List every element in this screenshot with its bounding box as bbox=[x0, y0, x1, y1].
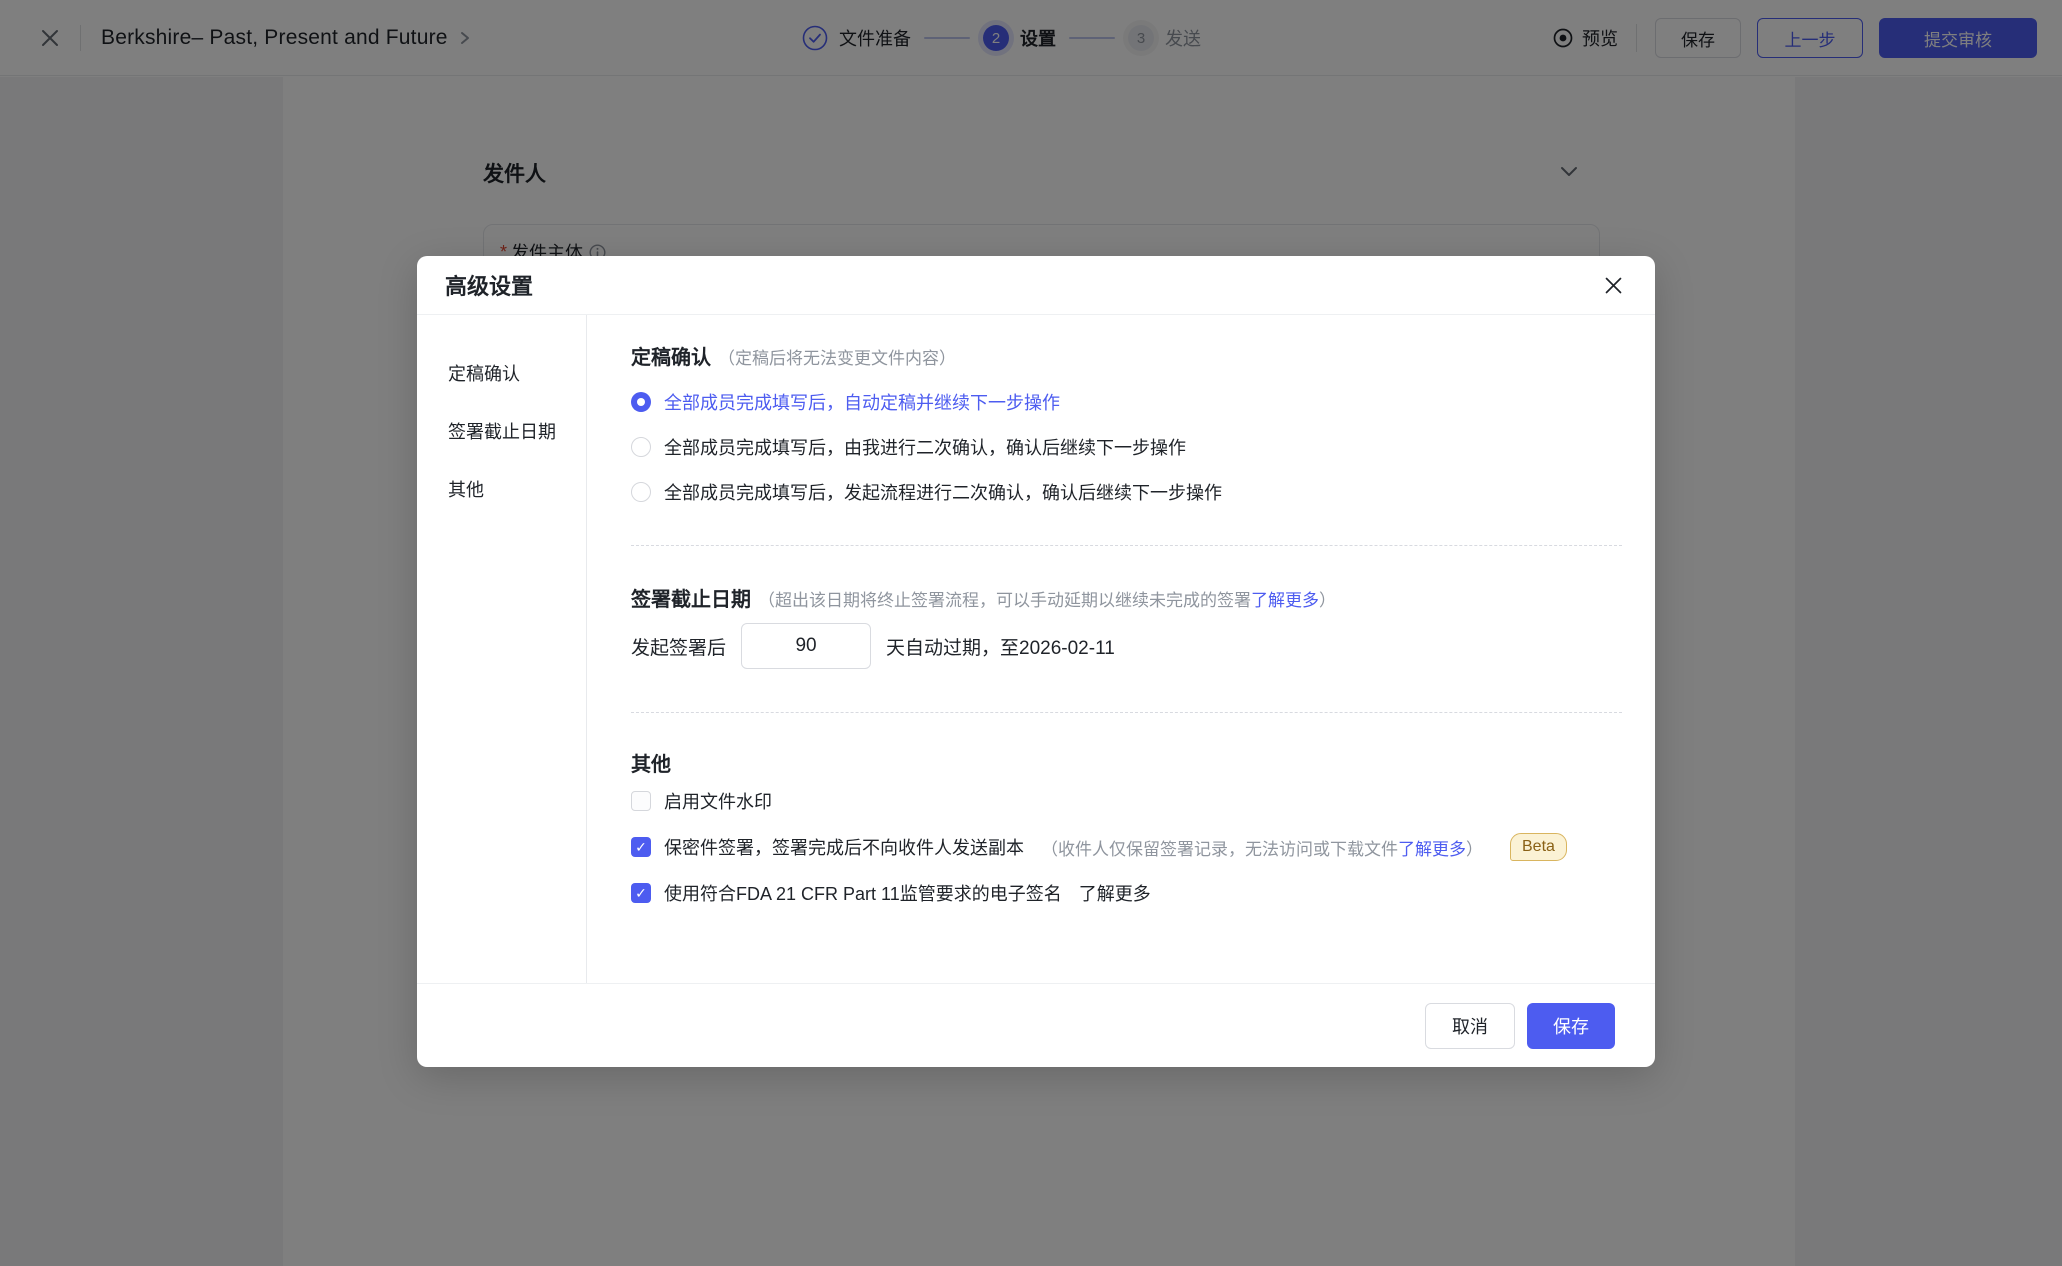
modal-sidebar: 定稿确认 签署截止日期 其他 bbox=[417, 315, 587, 983]
section-divider bbox=[631, 712, 1622, 713]
deadline-note-close: ） bbox=[1319, 591, 1336, 610]
advanced-settings-modal: 高级设置 定稿确认 签署截止日期 其他 定稿确认 （定稿后将无法变更文件内容） bbox=[417, 256, 1655, 1067]
radio-label: 全部成员完成填写后，发起流程进行二次确认，确认后继续下一步操作 bbox=[664, 479, 1222, 505]
checkbox-note: （收件人仅保留签署记录，无法访问或下载文件了解更多） bbox=[1041, 835, 1483, 860]
others-options: 启用文件水印 ✓ 保密件签署，签署完成后不向收件人发送副本 （收件人仅保留签署记… bbox=[631, 788, 1622, 906]
cancel-button[interactable]: 取消 bbox=[1425, 1003, 1515, 1049]
modal-close-icon[interactable] bbox=[1599, 271, 1627, 299]
modal-footer: 取消 保存 bbox=[417, 983, 1655, 1067]
modal-save-button[interactable]: 保存 bbox=[1527, 1003, 1615, 1049]
radio-label: 全部成员完成填写后，自动定稿并继续下一步操作 bbox=[664, 389, 1060, 415]
deadline-prefix-text: 发起签署后 bbox=[631, 633, 726, 660]
others-section-title: 其他 bbox=[631, 748, 671, 777]
sidebar-item-sign-deadline[interactable]: 签署截止日期 bbox=[448, 417, 586, 445]
radio-unselected-icon[interactable] bbox=[631, 482, 651, 502]
deadline-note-text: （超出该日期将终止签署流程，可以手动延期以继续未完成的签署 bbox=[758, 591, 1251, 610]
finalize-section-header: 定稿确认 （定稿后将无法变更文件内容） bbox=[631, 341, 1622, 369]
checkbox-label: 使用符合FDA 21 CFR Part 11监管要求的电子签名 bbox=[664, 880, 1062, 906]
finalize-section-note: （定稿后将无法变更文件内容） bbox=[718, 344, 956, 369]
section-divider bbox=[631, 545, 1622, 546]
others-section-header: 其他 bbox=[631, 748, 1622, 776]
expiry-days-input[interactable] bbox=[741, 623, 871, 669]
learn-more-link[interactable]: 了解更多 bbox=[1398, 840, 1466, 859]
checkbox-checked-icon[interactable]: ✓ bbox=[631, 883, 651, 903]
deadline-section-header: 签署截止日期 （超出该日期将终止签署流程，可以手动延期以继续未完成的签署了解更多… bbox=[631, 583, 1622, 611]
note-close: ） bbox=[1466, 840, 1483, 859]
note-text: （收件人仅保留签署记录，无法访问或下载文件 bbox=[1041, 840, 1398, 859]
checkbox-unchecked-icon[interactable] bbox=[631, 791, 651, 811]
learn-more-link[interactable]: 了解更多 bbox=[1251, 591, 1319, 610]
deadline-row: 发起签署后 天自动过期，至2026-02-11 bbox=[631, 623, 1622, 669]
deadline-suffix-text: 天自动过期，至2026-02-11 bbox=[886, 633, 1115, 660]
sidebar-item-finalize-confirm[interactable]: 定稿确认 bbox=[448, 359, 586, 387]
sidebar-item-others[interactable]: 其他 bbox=[448, 475, 586, 503]
radio-unselected-icon[interactable] bbox=[631, 437, 651, 457]
radio-confirm-by-initiator-flow[interactable]: 全部成员完成填写后，发起流程进行二次确认，确认后继续下一步操作 bbox=[631, 479, 1622, 505]
radio-label: 全部成员完成填写后，由我进行二次确认，确认后继续下一步操作 bbox=[664, 434, 1186, 460]
deadline-section-note: （超出该日期将终止签署流程，可以手动延期以继续未完成的签署了解更多） bbox=[758, 586, 1336, 611]
modal-header: 高级设置 bbox=[417, 256, 1655, 315]
learn-more-link[interactable]: 了解更多 bbox=[1079, 880, 1151, 906]
beta-badge: Beta bbox=[1510, 833, 1567, 861]
checkbox-label: 保密件签署，签署完成后不向收件人发送副本 bbox=[664, 834, 1024, 860]
checkbox-row-watermark[interactable]: 启用文件水印 bbox=[631, 788, 1622, 814]
checkbox-label: 启用文件水印 bbox=[664, 788, 772, 814]
finalize-section-title: 定稿确认 bbox=[631, 341, 711, 370]
radio-auto-finalize[interactable]: 全部成员完成填写后，自动定稿并继续下一步操作 bbox=[631, 389, 1622, 415]
finalize-options: 全部成员完成填写后，自动定稿并继续下一步操作 全部成员完成填写后，由我进行二次确… bbox=[631, 389, 1622, 505]
modal-body: 定稿确认 签署截止日期 其他 定稿确认 （定稿后将无法变更文件内容） 全部成员完… bbox=[417, 315, 1655, 983]
radio-selected-icon[interactable] bbox=[631, 392, 651, 412]
app-root: Berkshire– Past, Present and Future 文件准备… bbox=[0, 0, 2062, 1266]
checkbox-row-fda-esign[interactable]: ✓ 使用符合FDA 21 CFR Part 11监管要求的电子签名 了解更多 bbox=[631, 880, 1622, 906]
modal-title: 高级设置 bbox=[445, 269, 533, 301]
radio-confirm-by-me[interactable]: 全部成员完成填写后，由我进行二次确认，确认后继续下一步操作 bbox=[631, 434, 1622, 460]
modal-content: 定稿确认 （定稿后将无法变更文件内容） 全部成员完成填写后，自动定稿并继续下一步… bbox=[587, 315, 1655, 983]
checkbox-checked-icon[interactable]: ✓ bbox=[631, 837, 651, 857]
deadline-section-title: 签署截止日期 bbox=[631, 583, 751, 612]
checkbox-row-confidential-signing[interactable]: ✓ 保密件签署，签署完成后不向收件人发送副本 （收件人仅保留签署记录，无法访问或… bbox=[631, 834, 1622, 860]
